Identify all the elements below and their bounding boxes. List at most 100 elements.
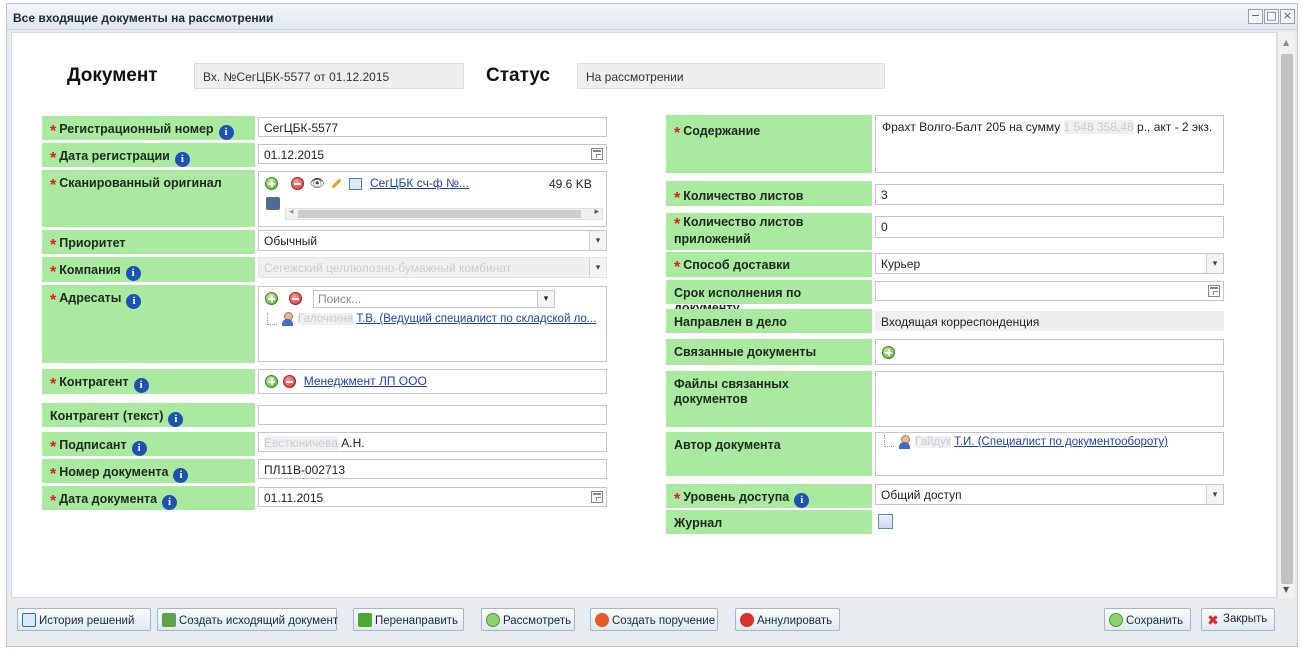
redirect-icon [358,613,372,627]
company-select[interactable]: Сегежский целлюлозно-бумажный комбинат ▾ [258,257,607,278]
check-icon [486,613,500,627]
deadline-field[interactable] [875,281,1224,301]
deadline-label: Срок исполнения по документу [666,280,872,315]
counterparty-text-field[interactable] [258,405,607,425]
doc-number-field[interactable]: ПЛ11В-002713 [258,459,607,479]
reg-date-field[interactable]: 01.12.2015 [258,144,607,164]
sheets-label: * Количество листов [666,181,872,207]
journal-label: Журнал [666,510,872,534]
author-field: Гайдук Т.И. (Специалист по документообор… [875,432,1224,476]
add-icon[interactable] [882,346,895,360]
review-button[interactable]: Рассмотреть [481,608,575,631]
document-window: Все входящие документы на рассмотрении −… [6,3,1298,647]
addressees-field: Поиск... ▾ Галочкина Т.В. (Ведущий специ… [258,286,607,362]
related-docs-field [875,339,1224,365]
sheets-field[interactable]: 3 [875,184,1224,205]
cancel-icon [740,613,754,627]
signer-label: * Подписант i [42,432,255,456]
close-window-button[interactable]: × [1280,9,1295,24]
create-doc-icon [162,613,176,627]
eye-icon[interactable]: 👁 [310,176,325,190]
signer-field[interactable]: Евстюничева А.Н. [258,432,607,452]
scroll-thumb[interactable] [1281,54,1293,584]
scanner-icon[interactable] [266,197,280,210]
redirect-button[interactable]: Перенаправить [353,608,464,631]
calendar-icon[interactable] [1208,285,1220,297]
close-button[interactable]: ✖ Закрыть [1201,608,1275,631]
doc-date-field[interactable]: 01.11.2015 [258,487,607,507]
author-link[interactable]: Гайдук Т.И. (Специалист по документообор… [915,436,1168,448]
create-outgoing-button[interactable]: Создать исходящий документ [157,608,338,631]
info-icon[interactable]: i [162,495,178,510]
save-button[interactable]: Сохранить [1104,608,1191,631]
chevron-down-icon[interactable]: ▾ [589,258,606,277]
related-docs-label: Связанные документы [666,339,872,365]
chevron-down-icon[interactable]: ▾ [1206,254,1223,273]
close-icon: ✖ [1207,612,1219,628]
maximize-button[interactable]: □ [1264,9,1279,24]
info-icon[interactable]: i [173,468,189,483]
calendar-icon[interactable] [591,491,603,503]
addressee-link[interactable]: Галочкина Т.В. (Ведущий специалист по ск… [298,313,596,325]
person-icon [898,435,911,449]
action-toolbar: История решений Создать исходящий докуме… [11,604,1295,644]
chevron-down-icon[interactable]: ▾ [589,231,606,250]
related-files-label: Файлы связанных документов [666,371,872,427]
window-titlebar[interactable]: Все входящие документы на рассмотрении −… [7,4,1297,30]
reg-number-label: * Регистрационный номер i [42,116,255,140]
company-value: Сегежский целлюлозно-бумажный комбинат [264,261,512,275]
scan-file-link[interactable]: СегЦБК сч-ф №... [370,176,469,190]
scroll-down-icon[interactable]: ▼ [1283,585,1289,594]
calendar-icon[interactable] [591,148,603,160]
info-icon[interactable]: i [125,266,141,281]
minimize-button[interactable]: − [1248,9,1263,24]
addressees-label: * Адресаты i [42,285,255,363]
history-button[interactable]: История решений [17,608,151,631]
scan-label: * Сканированный оригинал [42,170,255,227]
remove-icon[interactable] [291,177,305,191]
window-title: Все входящие документы на рассмотрении [13,11,274,25]
delivery-select[interactable]: Курьер ▾ [875,253,1224,274]
edit-doc-icon[interactable] [348,177,362,190]
content-hidden-sum: 1 548 358,48 [1063,120,1134,134]
info-icon[interactable]: i [174,152,190,167]
access-level-select[interactable]: Общий доступ ▾ [875,484,1224,505]
reg-number-field[interactable]: СегЦБК-5577 [258,117,607,137]
info-icon[interactable]: i [126,294,142,309]
counterparty-label: * Контрагент i [42,369,255,394]
doc-number-label: * Номер документа i [42,459,255,483]
info-icon[interactable]: i [794,493,810,508]
add-icon[interactable] [265,292,278,306]
attach-sheets-field[interactable]: 0 [875,216,1224,238]
scan-file-size: 49.6 KB [549,177,592,191]
case-value: Входящая корреспонденция [875,311,1224,331]
info-icon[interactable]: i [168,412,184,427]
chevron-down-icon[interactable]: ▾ [1206,485,1223,504]
scroll-up-icon[interactable]: ▲ [1283,38,1289,47]
journal-icon[interactable] [878,514,893,529]
remove-icon[interactable] [283,375,297,389]
content-field[interactable]: Фрахт Волго-Балт 205 на сумму 1 548 358,… [875,115,1224,173]
related-files-field [875,371,1224,427]
info-icon[interactable]: i [133,378,149,393]
chevron-down-icon[interactable]: ▾ [537,290,555,308]
priority-select[interactable]: Обычный ▾ [258,230,607,251]
addressee-search-input[interactable]: Поиск... [313,290,555,308]
info-icon[interactable]: i [131,441,147,456]
content-label: * Содержание [666,115,872,173]
counterparty-link[interactable]: Менеджмент ЛП ООО [304,374,427,388]
remove-icon[interactable] [289,292,303,306]
scan-hscrollbar[interactable]: ◂ ▸ [285,207,603,220]
pencil-icon[interactable] [331,178,342,189]
document-number-display: Вх. №СегЦБК-5577 от 01.12.2015 [194,63,464,89]
signer-initials: А.Н. [341,436,365,450]
add-icon[interactable] [265,375,278,389]
info-icon[interactable]: i [218,125,234,140]
form-vscrollbar[interactable]: ▲ ▼ [1277,32,1295,598]
check-icon [1109,613,1123,627]
content-text-start: Фрахт Волго-Балт 205 на сумму [882,120,1061,134]
person-icon [281,312,294,326]
cancel-document-button[interactable]: Аннулировать [735,608,840,631]
add-icon[interactable] [265,177,278,191]
create-task-button[interactable]: Создать поручение [590,608,718,631]
